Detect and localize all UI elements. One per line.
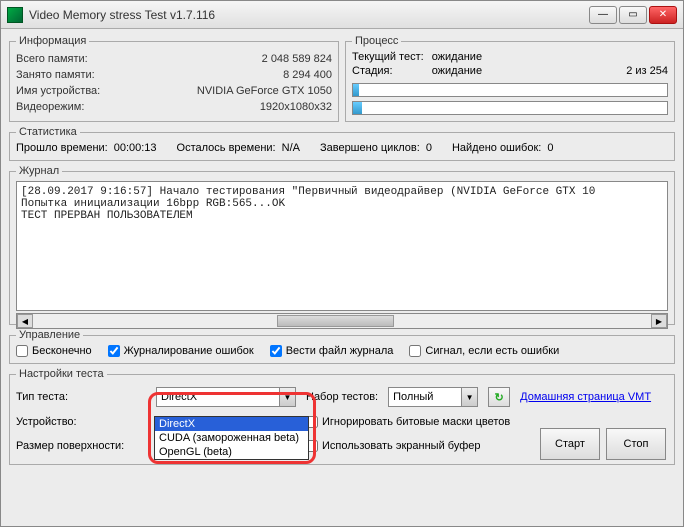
total-mem-value: 2 048 589 824 — [262, 53, 332, 65]
remain-value: N/A — [282, 142, 300, 154]
window-buttons: — ▭ ✕ — [589, 6, 677, 24]
infinite-checkbox[interactable]: Бесконечно — [16, 345, 92, 357]
elapsed-label: Прошло времени: — [16, 142, 108, 154]
journal-legend: Журнал — [16, 165, 62, 177]
test-set-combo[interactable]: Полный ▼ — [388, 387, 478, 407]
scroll-right-icon[interactable]: ▶ — [651, 314, 667, 328]
remain-label: Осталось времени: — [177, 142, 276, 154]
log-file-checkbox[interactable]: Вести файл журнала — [270, 345, 394, 357]
test-set-label: Набор тестов: — [306, 391, 378, 403]
dropdown-option-cuda[interactable]: CUDA (замороженная beta) — [155, 431, 308, 445]
device-select-label: Устройство: — [16, 416, 146, 428]
stats-group: Статистика Прошло времени: 00:00:13 Остал… — [9, 126, 675, 161]
scroll-thumb[interactable] — [277, 315, 394, 327]
cur-test-label: Текущий тест: — [352, 51, 424, 63]
chevron-down-icon[interactable]: ▼ — [279, 388, 295, 406]
log-errors-checkbox[interactable]: Журналирование ошибок — [108, 345, 254, 357]
errors-label: Найдено ошибок: — [452, 142, 541, 154]
stop-button[interactable]: Стоп — [606, 428, 666, 460]
stage-counter: 2 из 254 — [626, 65, 668, 77]
control-legend: Управление — [16, 329, 83, 341]
total-mem-label: Всего памяти: — [16, 53, 88, 65]
test-type-combo[interactable]: DirectX ▼ — [156, 387, 296, 407]
settings-legend: Настройки теста — [16, 368, 107, 380]
test-type-label: Тип теста: — [16, 391, 146, 403]
mode-value: 1920x1080x32 — [260, 101, 332, 113]
test-set-value: Полный — [393, 391, 433, 403]
journal-scrollbar[interactable]: ◀ ▶ — [16, 313, 668, 329]
signal-checkbox[interactable]: Сигнал, если есть ошибки — [409, 345, 559, 357]
minimize-button[interactable]: — — [589, 6, 617, 24]
test-type-value: DirectX — [161, 391, 197, 403]
surface-size-label: Размер поверхности: — [16, 440, 146, 452]
info-legend: Информация — [16, 35, 89, 47]
scroll-left-icon[interactable]: ◀ — [17, 314, 33, 328]
journal-group: Журнал [28.09.2017 9:16:57] Начало тести… — [9, 165, 675, 325]
used-mem-label: Занято памяти: — [16, 69, 95, 81]
close-button[interactable]: ✕ — [649, 6, 677, 24]
window-title: Video Memory stress Test v1.7.116 — [29, 8, 589, 22]
errors-value: 0 — [547, 142, 553, 154]
titlebar: Video Memory stress Test v1.7.116 — ▭ ✕ — [1, 1, 683, 29]
control-group: Управление Бесконечно Журналирование оши… — [9, 329, 675, 364]
elapsed-value: 00:00:13 — [114, 142, 157, 154]
device-label: Имя устройства: — [16, 85, 100, 97]
stats-legend: Статистика — [16, 126, 80, 138]
progress-bar-2 — [352, 101, 668, 115]
journal-text[interactable]: [28.09.2017 9:16:57] Начало тестирования… — [16, 181, 668, 311]
maximize-button[interactable]: ▭ — [619, 6, 647, 24]
stage-label: Стадия: — [352, 65, 424, 77]
used-mem-value: 8 294 400 — [283, 69, 332, 81]
dropdown-option-opengl[interactable]: OpenGL (beta) — [155, 445, 308, 459]
start-button[interactable]: Старт — [540, 428, 600, 460]
content: Информация Всего памяти: 2 048 589 824 За… — [1, 29, 683, 471]
dropdown-option-directx[interactable]: DirectX — [155, 417, 308, 431]
use-buffer-checkbox[interactable]: Использовать экранный буфер — [306, 440, 481, 452]
home-link[interactable]: Домашняя страница VMT — [520, 391, 651, 403]
cycles-value: 0 — [426, 142, 432, 154]
process-group: Процесс Текущий тест: ожидание Стадия: о… — [345, 35, 675, 122]
cycles-label: Завершено циклов: — [320, 142, 420, 154]
progress-bar-1 — [352, 83, 668, 97]
app-icon — [7, 7, 23, 23]
app-window: Video Memory stress Test v1.7.116 — ▭ ✕ … — [0, 0, 684, 527]
mode-label: Видеорежим: — [16, 101, 84, 113]
settings-group: Настройки теста Тип теста: DirectX ▼ Наб… — [9, 368, 675, 465]
test-type-dropdown[interactable]: DirectX CUDA (замороженная beta) OpenGL … — [154, 416, 309, 460]
device-value: NVIDIA GeForce GTX 1050 — [197, 85, 332, 97]
chevron-down-icon[interactable]: ▼ — [461, 388, 477, 406]
info-group: Информация Всего памяти: 2 048 589 824 За… — [9, 35, 339, 122]
stage-value: ожидание — [432, 65, 619, 77]
ignore-masks-checkbox[interactable]: Игнорировать битовые маски цветов — [306, 416, 510, 428]
cur-test-value: ожидание — [432, 51, 619, 63]
refresh-button[interactable]: ↻ — [488, 387, 510, 407]
process-legend: Процесс — [352, 35, 401, 47]
